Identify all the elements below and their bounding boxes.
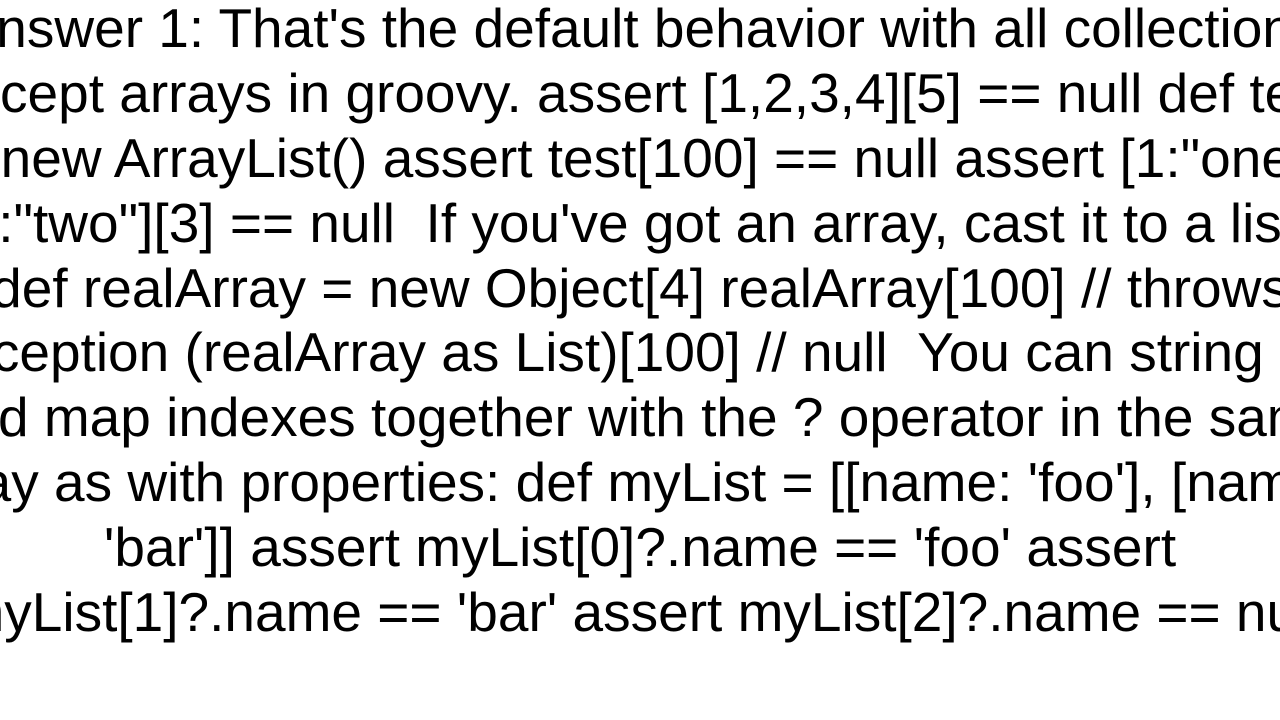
answer-body-text: Answer 1: That's the default behavior wi… <box>0 0 1280 645</box>
